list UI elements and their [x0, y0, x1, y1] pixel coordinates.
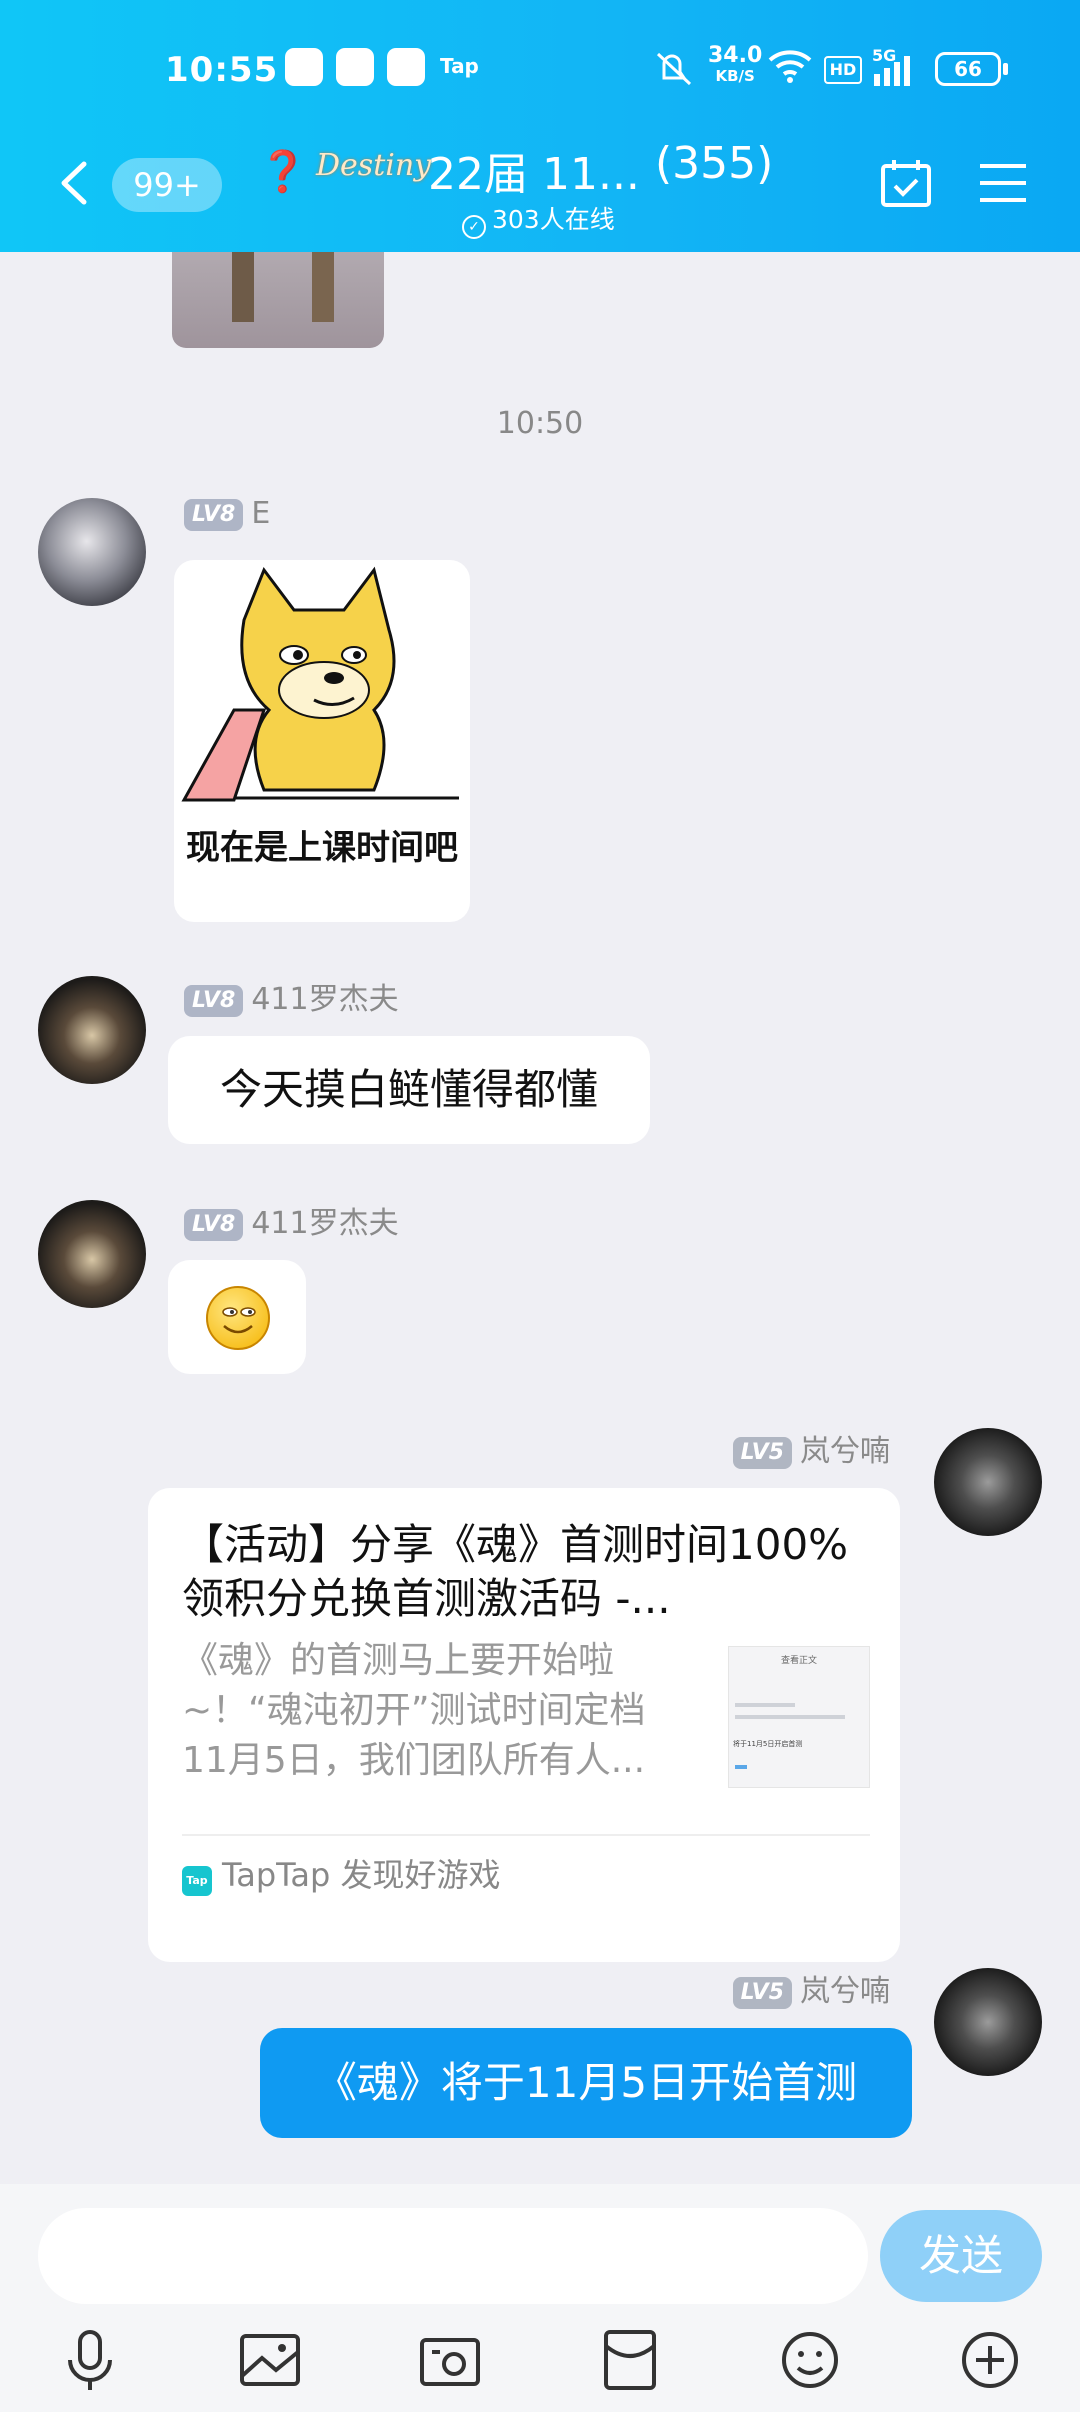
- chat-header: 10:55 Tap 34.0 KB/S HD 5G 66 99+ ❓ Desti…: [0, 0, 1080, 252]
- link-card-message[interactable]: 【活动】分享《魂》首测时间100%领积分兑换首测激活码 -... 《魂》的首测马…: [148, 1488, 900, 1962]
- camera-icon[interactable]: [414, 2324, 486, 2396]
- sender-name[interactable]: LV8 411罗杰夫: [184, 974, 399, 1018]
- link-card-description: 《魂》的首测马上要开始啦~！“魂沌初开”测试时间定档11月5日，我们团队所有人.…: [182, 1640, 646, 1781]
- level-badge: LV8: [184, 985, 244, 1017]
- link-card-title: 【活动】分享《魂》首测时间100%领积分兑换首测激活码 -...: [182, 1520, 849, 1623]
- menu-icon[interactable]: [978, 162, 1028, 204]
- level-badge: LV8: [184, 1209, 244, 1241]
- app-notification-icon: [285, 48, 323, 86]
- mute-icon: [656, 52, 692, 86]
- message-list[interactable]: 10:50 LV8 E 现在是上课时间吧 LV8 411罗杰夫 今天摸白鲢懂得都懂 …: [0, 252, 1080, 2184]
- emoji-message[interactable]: [168, 1260, 306, 1374]
- message-input[interactable]: [38, 2208, 868, 2304]
- level-badge: LV8: [184, 499, 244, 531]
- link-card-thumbnail: 查看正文 将于11月5日开启首测: [728, 1646, 870, 1788]
- microphone-icon[interactable]: [54, 2324, 126, 2396]
- calendar-check-icon[interactable]: [880, 158, 932, 208]
- group-logo: Destiny: [316, 148, 432, 183]
- emoji-icon[interactable]: [774, 2324, 846, 2396]
- online-count[interactable]: ✓ 303人在线: [462, 200, 615, 239]
- red-packet-icon[interactable]: [594, 2324, 666, 2396]
- avatar[interactable]: [38, 498, 146, 606]
- net-speed: 34.0 KB/S: [708, 43, 763, 86]
- my-text-message[interactable]: 《魂》将于11月5日开始首测: [260, 2028, 912, 2138]
- status-time: 10:55: [165, 50, 279, 90]
- battery-indicator: 66: [935, 52, 1008, 86]
- ear-mode-icon[interactable]: ❓: [258, 148, 308, 195]
- level-badge: LV5: [732, 1437, 792, 1469]
- sticker-message[interactable]: 现在是上课时间吧: [174, 560, 470, 922]
- message-timestamp: 10:50: [496, 406, 584, 441]
- back-arrow-icon[interactable]: [56, 160, 92, 206]
- image-message[interactable]: [172, 252, 384, 348]
- link-card-source: Tap TapTap 发现好游戏: [182, 1850, 501, 1896]
- my-avatar[interactable]: [934, 1428, 1042, 1536]
- hd-icon: HD: [824, 56, 862, 84]
- sender-name[interactable]: LV5 岚兮喃: [732, 1426, 890, 1470]
- signal-icon: [874, 56, 910, 86]
- status-bar: 10:55 Tap 34.0 KB/S HD 5G 66: [0, 0, 1080, 140]
- image-icon[interactable]: [234, 2324, 306, 2396]
- send-button[interactable]: 发送: [880, 2210, 1042, 2302]
- level-badge: LV5: [732, 1977, 792, 2009]
- unread-count-badge[interactable]: 99+: [112, 158, 222, 212]
- group-title[interactable]: 22届 11...: [428, 138, 640, 202]
- doge-sticker-image: [181, 566, 459, 802]
- telegram-icon: [387, 48, 425, 86]
- check-circle-icon: ✓: [462, 215, 486, 239]
- sticker-caption: 现在是上课时间吧: [186, 828, 458, 868]
- sender-name[interactable]: LV5 岚兮喃: [732, 1966, 890, 2010]
- group-member-count[interactable]: (355): [655, 138, 773, 189]
- avatar[interactable]: [38, 976, 146, 1084]
- composer: 发送: [0, 2184, 1080, 2412]
- wifi-icon: [768, 50, 812, 83]
- sender-name[interactable]: LV8 E: [184, 496, 270, 531]
- my-avatar[interactable]: [934, 1968, 1042, 2076]
- taptap-icon: Tap: [182, 1866, 212, 1896]
- plus-icon[interactable]: [954, 2324, 1026, 2396]
- wechat-icon: [336, 48, 374, 86]
- text-message[interactable]: 今天摸白鲢懂得都懂: [168, 1036, 650, 1144]
- avatar[interactable]: [38, 1200, 146, 1308]
- smile-emoji-icon: [206, 1286, 270, 1350]
- divider: [182, 1834, 870, 1836]
- sender-name[interactable]: LV8 411罗杰夫: [184, 1198, 399, 1242]
- tap-notification-icon: Tap: [440, 54, 479, 78]
